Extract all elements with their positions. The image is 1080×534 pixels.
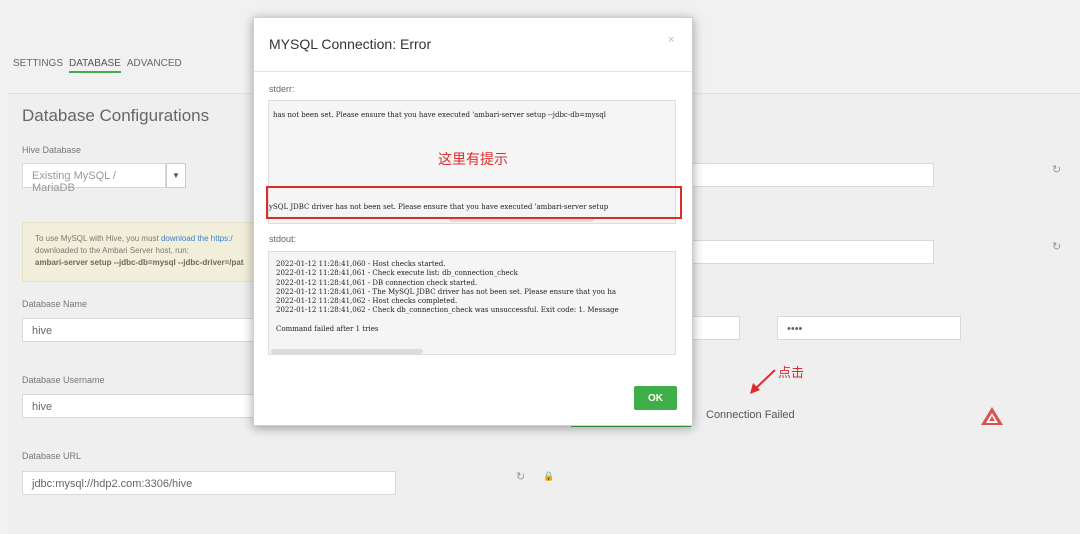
- right-field-input-2[interactable]: [692, 240, 934, 264]
- connection-status-text[interactable]: Connection Failed: [706, 409, 795, 421]
- database-url-label: Database URL: [22, 451, 82, 461]
- stdout-line: [276, 316, 619, 325]
- hive-database-dropdown-button[interactable]: ▼: [166, 163, 186, 188]
- stdout-output[interactable]: 2022-01-12 11:28:41,060 - Host checks st…: [268, 251, 676, 355]
- stdout-line: 2022-01-12 11:28:41,062 - Host checks co…: [276, 297, 458, 306]
- stdout-lines: 2022-01-12 11:28:41,060 - Host checks st…: [276, 260, 619, 334]
- database-name-label: Database Name: [22, 299, 88, 309]
- stdout-line: 2022-01-12 11:28:41,060 - Host checks st…: [276, 260, 446, 268]
- modal-divider: [254, 71, 692, 72]
- warning-triangle-icon: [980, 406, 1004, 431]
- stdout-line: 2022-01-12 11:28:41,061 - DB connection …: [276, 278, 478, 287]
- stdout-line: Command failed after 1 tries: [276, 324, 379, 333]
- caret-down-icon: ▼: [172, 171, 180, 180]
- stderr-label: stderr:: [269, 84, 295, 94]
- annotation-click-text: 点击: [778, 365, 805, 380]
- database-username-input[interactable]: hive: [22, 394, 262, 418]
- stdout-label: stdout:: [269, 234, 297, 244]
- database-username-label: Database Username: [22, 375, 105, 385]
- warning-text: To use MySQL with Hive, you must: [35, 234, 161, 243]
- annotation-highlight-box: [266, 186, 682, 219]
- database-name-input[interactable]: hive: [22, 318, 262, 342]
- annotation-hint-text: 这里有提示: [438, 151, 508, 167]
- stdout-scrollbar[interactable]: [271, 349, 423, 354]
- modal-title: MYSQL Connection: Error: [269, 36, 432, 52]
- section-title: Database Configurations: [22, 106, 210, 125]
- warning-command: ambari-server setup --jdbc-db=mysql --jd…: [35, 258, 244, 267]
- tab-settings[interactable]: SETTINGS: [13, 58, 63, 73]
- driver-download-link[interactable]: download the https:/: [161, 234, 233, 243]
- database-url-input[interactable]: jdbc:mysql://hdp2.com:3306/hive: [22, 471, 396, 495]
- tab-database[interactable]: DATABASE: [69, 58, 121, 73]
- refresh-icon[interactable]: ↻: [1052, 240, 1061, 253]
- hive-database-label: Hive Database: [22, 145, 82, 155]
- ok-button[interactable]: OK: [634, 386, 677, 410]
- warning-text-line2: downloaded to the Ambari Server host, ru…: [35, 246, 189, 255]
- config-tabs: SETTINGS DATABASE ADVANCED: [13, 58, 182, 73]
- lock-icon[interactable]: 🔒: [543, 471, 554, 482]
- mysql-connection-error-modal: MYSQL Connection: Error × stderr: has no…: [253, 17, 693, 426]
- stdout-line: 2022-01-12 11:28:41,061 - The MySQL JDBC…: [276, 287, 617, 296]
- stdout-line: 2022-01-12 11:28:41,061 - Check execute …: [276, 269, 518, 278]
- database-password-input[interactable]: ••••: [777, 316, 961, 340]
- refresh-icon[interactable]: ↻: [1052, 163, 1061, 176]
- annotation-arrow-icon: [748, 368, 778, 401]
- stdout-line: 2022-01-12 11:28:41,062 - Check db_conne…: [276, 306, 619, 315]
- mysql-driver-warning: To use MySQL with Hive, you must downloa…: [22, 222, 262, 282]
- close-icon[interactable]: ×: [668, 34, 674, 46]
- tab-advanced[interactable]: ADVANCED: [127, 58, 182, 73]
- refresh-icon[interactable]: ↻: [516, 470, 525, 483]
- hive-database-select[interactable]: Existing MySQL / MariaDB: [22, 163, 166, 194]
- right-field-input-1[interactable]: [692, 163, 934, 187]
- right-field-input-3[interactable]: [692, 316, 740, 340]
- stderr-line: has not been set. Please ensure that you…: [273, 111, 606, 119]
